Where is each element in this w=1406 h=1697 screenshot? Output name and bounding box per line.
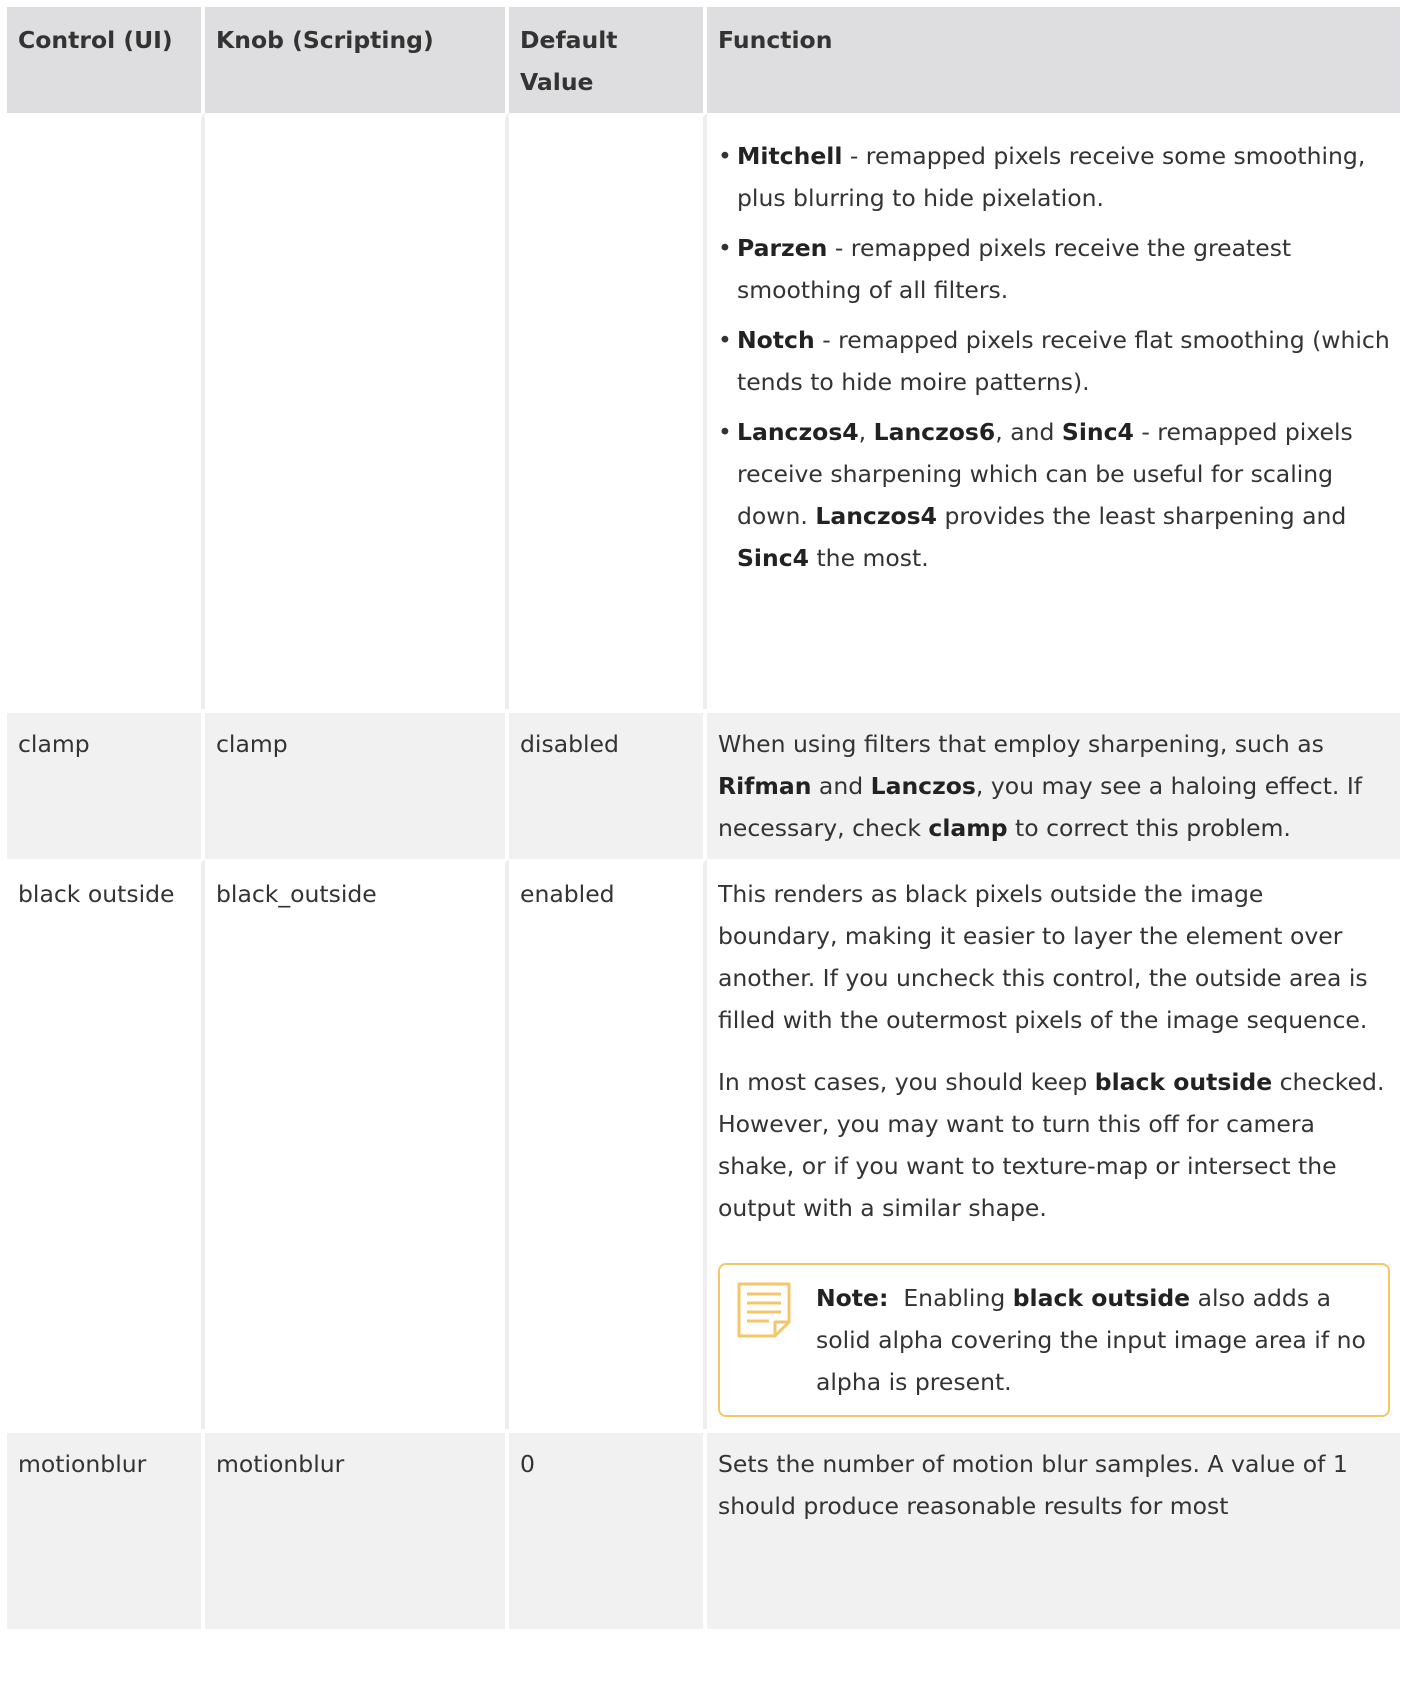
filter-item-notch: • Notch - remapped pixels receive flat sm… — [718, 326, 1390, 396]
note-document-icon — [736, 1277, 794, 1403]
filter-item-lanczos: • Lanczos4, Lanczos6, and Sinc4 - remappe… — [718, 418, 1353, 572]
cell-control: black outside — [7, 859, 205, 1429]
cell-function: • Mitchell - remapped pixels receive some… — [707, 113, 1400, 709]
cell-default: disabled — [509, 709, 707, 859]
table-row-filter: • Mitchell - remapped pixels receive some… — [7, 113, 1400, 709]
note-box: Note: Enabling black outside also adds a… — [718, 1263, 1390, 1417]
header-default-value: Default Value — [509, 7, 707, 113]
cell-control: motionblur — [7, 1429, 205, 1629]
note-text: Note: Enabling black outside also adds a… — [816, 1284, 1366, 1396]
paragraph: In most cases, you should keep black out… — [718, 1068, 1385, 1222]
cell-function: When using filters that employ sharpenin… — [707, 709, 1400, 859]
cell-default — [509, 113, 707, 709]
table-row-black-outside: black outside black_outside enabled This… — [7, 859, 1400, 1429]
cell-function: Sets the number of motion blur samples. … — [707, 1429, 1400, 1629]
table-row-clamp: clamp clamp disabled When using filters … — [7, 709, 1400, 859]
cell-knob — [205, 113, 509, 709]
cell-function: This renders as black pixels outside the… — [707, 859, 1400, 1429]
header-knob: Knob (Scripting) — [205, 7, 509, 113]
header-control: Control (UI) — [7, 7, 205, 113]
table-header-row: Control (UI) Knob (Scripting) Default Val… — [7, 7, 1400, 113]
cell-default: enabled — [509, 859, 707, 1429]
knob-reference-table: Control (UI) Knob (Scripting) Default Val… — [7, 7, 1400, 1629]
table-row-motionblur: motionblur motionblur 0 Sets the number … — [7, 1429, 1400, 1629]
paragraph: This renders as black pixels outside the… — [718, 880, 1368, 1034]
cell-control — [7, 113, 205, 709]
header-function: Function — [707, 7, 1400, 113]
cell-knob: clamp — [205, 709, 509, 859]
cell-knob: motionblur — [205, 1429, 509, 1629]
cell-default: 0 — [509, 1429, 707, 1629]
filter-list: • Mitchell - remapped pixels receive some… — [718, 135, 1390, 579]
filter-item-mitchell: • Mitchell - remapped pixels receive some… — [718, 142, 1366, 212]
cell-control: clamp — [7, 709, 205, 859]
filter-item-parzen: • Parzen - remapped pixels receive the gr… — [718, 234, 1292, 304]
cell-knob: black_outside — [205, 859, 509, 1429]
